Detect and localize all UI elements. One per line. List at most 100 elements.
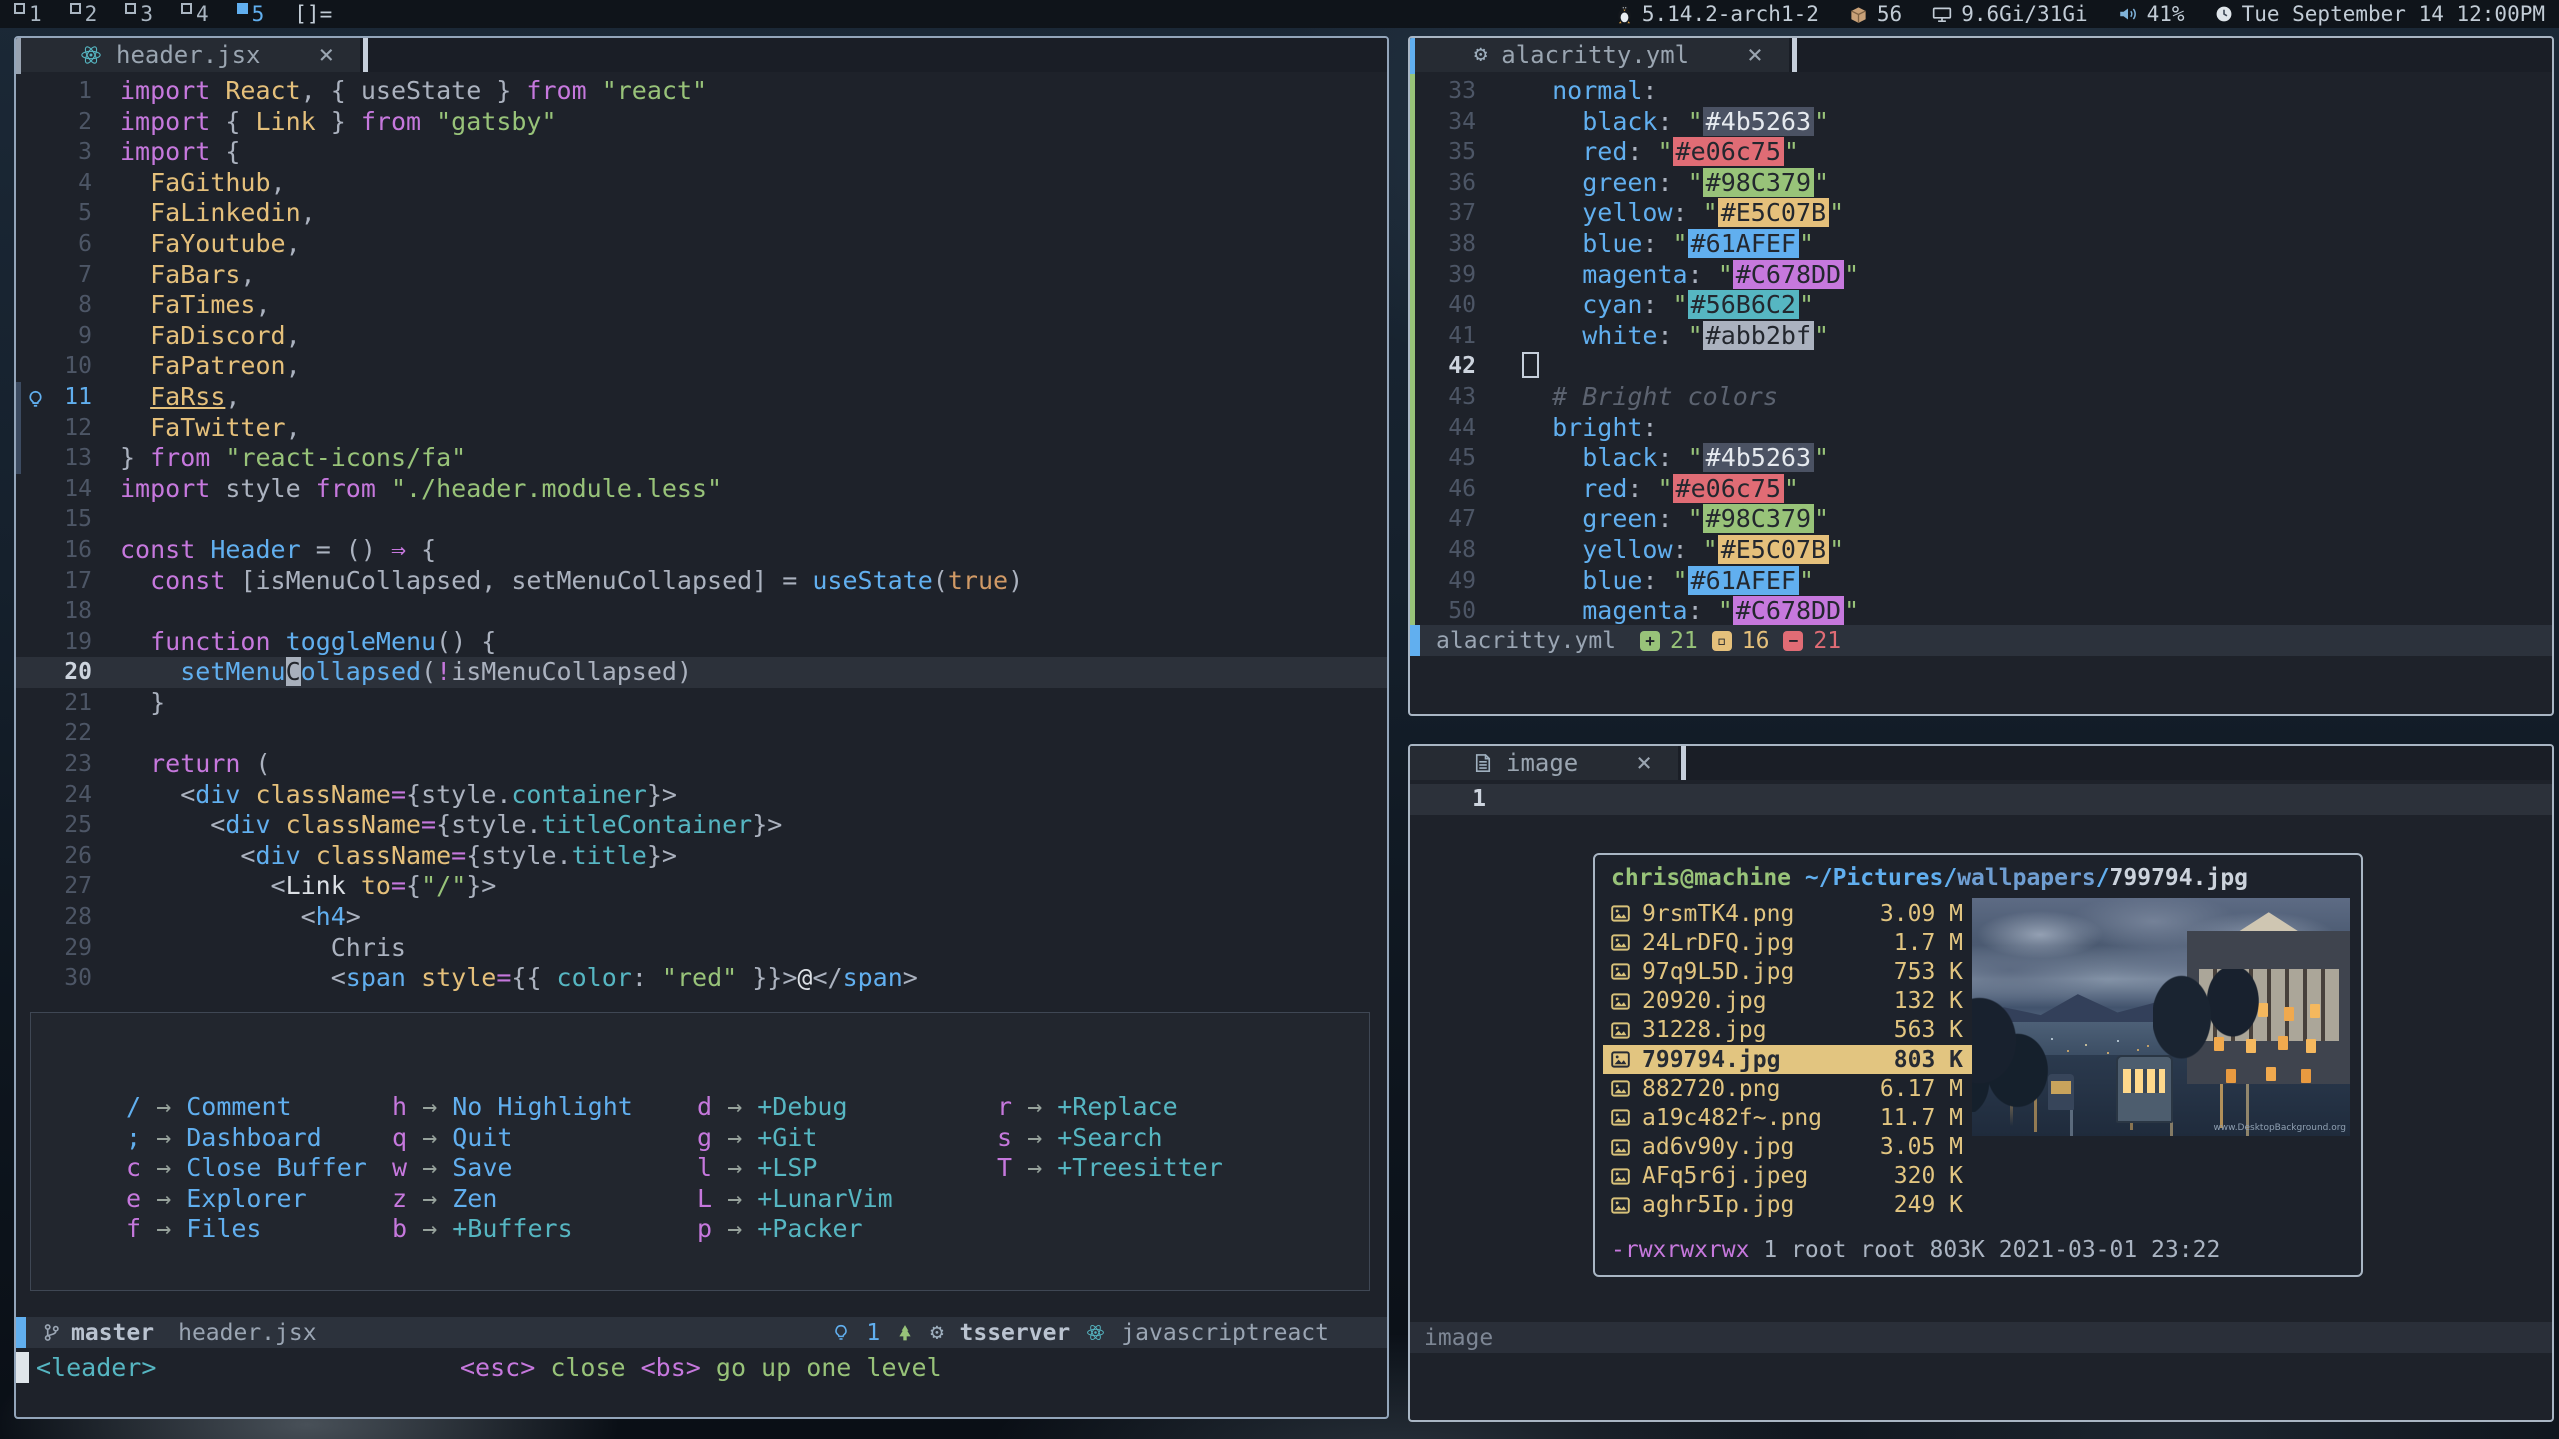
code-line-47[interactable]: 47 green: "#98C379" [1410,504,2552,535]
code-line-1[interactable]: 1import React, { useState } from "react" [16,76,1387,107]
file-row-799794.jpg[interactable]: 799794.jpg803 K [1603,1045,1975,1074]
code-line-25[interactable]: 25 <div className={style.titleContainer}… [16,810,1387,841]
code-line-14[interactable]: 14import style from "./header.module.les… [16,474,1387,505]
file-row-ad6v90y.jpg[interactable]: ad6v90y.jpg3.05 M [1603,1133,1975,1162]
whichkey-binding-files[interactable]: f → Files [126,1214,367,1245]
code-line-11[interactable]: 11 FaRss, [16,382,1387,413]
code-line-23[interactable]: 23 return ( [16,749,1387,780]
code-line-18[interactable]: 18 [16,596,1387,627]
workspace-button-1[interactable]: 1 [14,2,42,26]
code-line-5[interactable]: 5 FaLinkedin, [16,198,1387,229]
code-line-29[interactable]: 29 Chris [16,933,1387,964]
code-line-19[interactable]: 19 function toggleMenu() { [16,627,1387,658]
whichkey-binding-dashboard[interactable]: ; → Dashboard [126,1123,367,1154]
code-line-33[interactable]: 33 normal: [1410,76,2552,107]
file-row-a19c482f~.png[interactable]: a19c482f~.png11.7 M [1603,1103,1975,1132]
code-line-8[interactable]: 8 FaTimes, [16,290,1387,321]
code-line-38[interactable]: 38 blue: "#61AFEF" [1410,229,2552,260]
file-row-9rsmTK4.png[interactable]: 9rsmTK4.png3.09 M [1603,899,1975,928]
whichkey-binding--lunarvim[interactable]: L → +LunarVim [697,1184,893,1215]
code-line-46[interactable]: 46 red: "#e06c75" [1410,474,2552,505]
file-row-882720.png[interactable]: 882720.png6.17 M [1603,1074,1975,1103]
whichkey-binding-close-buffer[interactable]: c → Close Buffer [126,1153,367,1184]
file-row-AFq5r6j.jpeg[interactable]: AFq5r6j.jpeg320 K [1603,1162,1975,1191]
code-line-3[interactable]: 3import { [16,137,1387,168]
code-line-15[interactable]: 15 [16,504,1387,535]
code-line-30[interactable]: 30 <span style={{ color: "red" }}>@</spa… [16,963,1387,994]
scrollbar-thumb[interactable] [16,38,21,74]
code-line-1[interactable]: 1 [1410,784,2552,815]
code-line-24[interactable]: 24 <div className={style.container}> [16,780,1387,811]
code-area[interactable]: 33 normal:34 black: "#4b5263"35 red: "#e… [1410,76,2552,627]
whichkey-binding-explorer[interactable]: e → Explorer [126,1184,367,1215]
whichkey-binding--buffers[interactable]: b → +Buffers [392,1214,633,1245]
close-icon[interactable]: × [319,40,335,70]
file-row-31228.jpg[interactable]: 31228.jpg563 K [1603,1016,1975,1045]
code-line-40[interactable]: 40 cyan: "#56B6C2" [1410,290,2552,321]
binding-label: Quit [452,1123,512,1152]
code-line-48[interactable]: 48 yellow: "#E5C07B" [1410,535,2552,566]
code-line-16[interactable]: 16const Header = () ⇒ { [16,535,1387,566]
workspace-button-2[interactable]: 2 [70,2,98,26]
code-line-20[interactable]: 20 setMenuCollapsed(!isMenuCollapsed) [16,657,1387,688]
code-area[interactable]: 1import React, { useState } from "react"… [16,76,1387,994]
code-area[interactable]: 1 [1410,784,2552,815]
code-line-45[interactable]: 45 black: "#4b5263" [1410,443,2552,474]
code-line-43[interactable]: 43 # Bright colors [1410,382,2552,413]
code-line-26[interactable]: 26 <div className={style.title}> [16,841,1387,872]
scrollbar-thumb[interactable] [1410,38,1415,74]
close-icon[interactable]: × [1636,748,1652,778]
code-line-22[interactable]: 22 [16,718,1387,749]
code-line-10[interactable]: 10 FaPatreon, [16,351,1387,382]
whichkey-binding--lsp[interactable]: l → +LSP [697,1153,893,1184]
file-row-24LrDFQ.jpg[interactable]: 24LrDFQ.jpg1.7 M [1603,928,1975,957]
workspace-button-4[interactable]: 4 [181,2,209,26]
whichkey-binding-save[interactable]: w → Save [392,1153,633,1184]
binding-label: +LSP [757,1153,817,1182]
code-line-17[interactable]: 17 const [isMenuCollapsed, setMenuCollap… [16,566,1387,597]
code-line-37[interactable]: 37 yellow: "#E5C07B" [1410,198,2552,229]
whichkey-binding--git[interactable]: g → +Git [697,1123,893,1154]
whichkey-binding--treesitter[interactable]: T → +Treesitter [997,1153,1223,1184]
code-line-27[interactable]: 27 <Link to={"/"}> [16,871,1387,902]
code-line-4[interactable]: 4 FaGithub, [16,168,1387,199]
workspace-button-5[interactable]: 5 [237,2,265,26]
code-line-49[interactable]: 49 blue: "#61AFEF" [1410,566,2552,597]
file-row-97q9L5D.jpg[interactable]: 97q9L5D.jpg753 K [1603,957,1975,986]
code-line-34[interactable]: 34 black: "#4b5263" [1410,107,2552,138]
file-row-20920.jpg[interactable]: 20920.jpg132 K [1603,987,1975,1016]
workspace-button-3[interactable]: 3 [125,2,153,26]
tab-alacritty-yml[interactable]: ⚙ alacritty.yml × [1410,38,1789,72]
code-line-9[interactable]: 9 FaDiscord, [16,321,1387,352]
whichkey-binding--debug[interactable]: d → +Debug [697,1092,893,1123]
whichkey-binding--search[interactable]: s → +Search [997,1123,1223,1154]
tab-header-jsx[interactable]: header.jsx × [16,38,360,72]
tab-image[interactable]: image × [1410,746,1678,780]
code-line-21[interactable]: 21 } [16,688,1387,719]
code-line-50[interactable]: 50 magenta: "#C678DD" [1410,596,2552,627]
code-line-6[interactable]: 6 FaYoutube, [16,229,1387,260]
whichkey-binding-no-highlight[interactable]: h → No Highlight [392,1092,633,1123]
close-icon[interactable]: × [1747,40,1763,70]
whichkey-binding-zen[interactable]: z → Zen [392,1184,633,1215]
code-line-35[interactable]: 35 red: "#e06c75" [1410,137,2552,168]
file-size: 3.05 M [1880,1134,1963,1160]
whichkey-binding--packer[interactable]: p → +Packer [697,1214,893,1245]
whichkey-binding-comment[interactable]: / → Comment [126,1092,367,1123]
file-row-aghr5Ip.jpg[interactable]: aghr5Ip.jpg249 K [1603,1191,1975,1220]
line-number: 43 [1410,382,1476,413]
code-line-44[interactable]: 44 bright: [1410,413,2552,444]
code-line-36[interactable]: 36 green: "#98C379" [1410,168,2552,199]
line-number: 40 [1410,290,1476,321]
whichkey-binding--replace[interactable]: r → +Replace [997,1092,1223,1123]
code-line-41[interactable]: 41 white: "#abb2bf" [1410,321,2552,352]
code-line-7[interactable]: 7 FaBars, [16,260,1387,291]
whichkey-binding-quit[interactable]: q → Quit [392,1123,633,1154]
code-line-28[interactable]: 28 <h4> [16,902,1387,933]
code-line-42[interactable]: 42 [1410,351,2552,382]
code-line-39[interactable]: 39 magenta: "#C678DD" [1410,260,2552,291]
code-line-12[interactable]: 12 FaTwitter, [16,413,1387,444]
code-line-13[interactable]: 13} from "react-icons/fa" [16,443,1387,474]
line-number: 48 [1410,535,1476,566]
code-line-2[interactable]: 2import { Link } from "gatsby" [16,107,1387,138]
